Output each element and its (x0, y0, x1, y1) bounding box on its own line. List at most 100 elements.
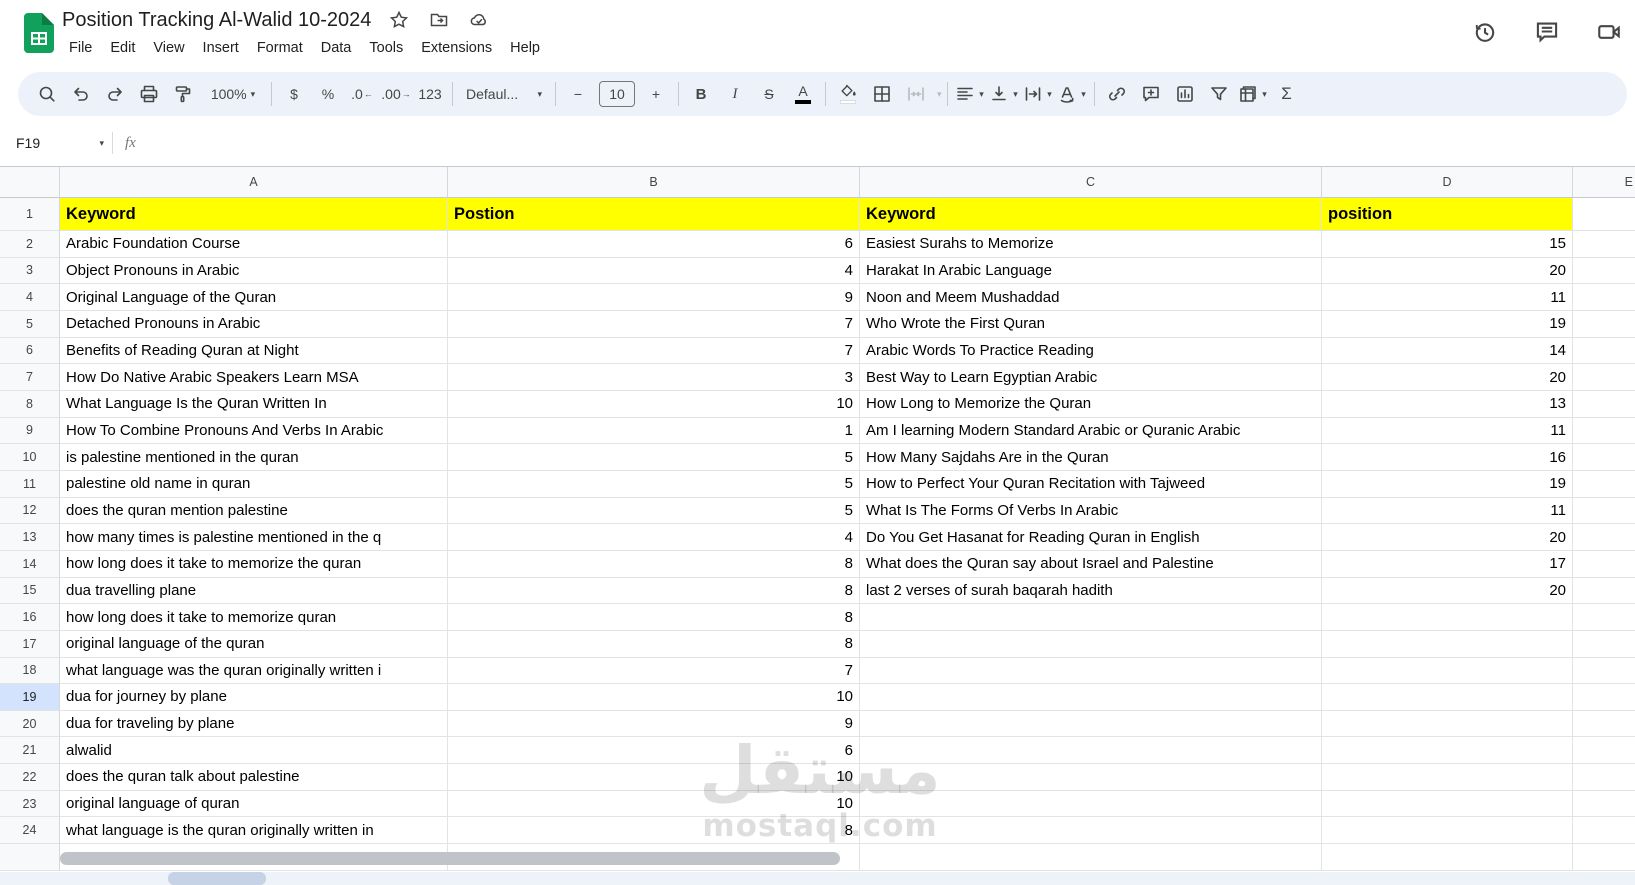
cell-e13[interactable] (1573, 524, 1635, 551)
cell-d8[interactable]: 13 (1322, 390, 1573, 418)
cell-a18[interactable]: what language was the quran originally w… (60, 657, 448, 685)
cell-d3[interactable]: 20 (1322, 257, 1573, 285)
sheet-tab[interactable] (168, 872, 266, 885)
font-dropdown[interactable]: Defaul... ▾ (458, 77, 550, 111)
cell-c15[interactable]: last 2 verses of surah baqarah hadith (860, 577, 1322, 605)
row-number[interactable]: 19 (0, 684, 60, 711)
cell-b6[interactable]: 7 (448, 337, 860, 365)
cell-c9[interactable]: Am I learning Modern Standard Arabic or … (860, 417, 1322, 445)
row-number[interactable]: 6 (0, 337, 60, 365)
cell-b24[interactable]: 8 (448, 817, 860, 845)
cell-c3[interactable]: Harakat In Arabic Language (860, 257, 1322, 285)
row-number[interactable]: 21 (0, 737, 60, 765)
cell-e20[interactable] (1573, 711, 1635, 738)
row-number[interactable]: 2 (0, 231, 60, 258)
cell-a24[interactable]: what language is the quran originally wr… (60, 817, 448, 845)
decrease-font-size-button[interactable]: − (561, 77, 595, 111)
cell-e4[interactable] (1573, 284, 1635, 311)
cell-d17[interactable] (1322, 630, 1573, 658)
cell-d24[interactable] (1322, 817, 1573, 845)
cell-c6[interactable]: Arabic Words To Practice Reading (860, 337, 1322, 365)
bold-button[interactable]: B (684, 77, 718, 111)
cell-d7[interactable]: 20 (1322, 364, 1573, 391)
cell-c24[interactable] (860, 817, 1322, 845)
merge-cells-button[interactable] (899, 77, 933, 111)
cell-c5[interactable]: Who Wrote the First Quran (860, 310, 1322, 338)
currency-format-button[interactable]: $ (277, 77, 311, 111)
row-number[interactable]: 15 (0, 577, 60, 605)
cell-d16[interactable] (1322, 604, 1573, 631)
cell-a20[interactable]: dua for traveling by plane (60, 710, 448, 738)
cell-b15[interactable]: 8 (448, 577, 860, 605)
cell-d18[interactable] (1322, 657, 1573, 685)
cell-d22[interactable] (1322, 764, 1573, 791)
cell-d5[interactable]: 19 (1322, 310, 1573, 338)
cell-a23[interactable]: original language of quran (60, 790, 448, 818)
video-call-icon[interactable] (1595, 18, 1623, 46)
cell-b12[interactable]: 5 (448, 497, 860, 525)
borders-button[interactable] (865, 77, 899, 111)
cell-b5[interactable]: 7 (448, 310, 860, 338)
row-number[interactable]: 4 (0, 284, 60, 311)
cell-b7[interactable]: 3 (448, 364, 860, 391)
menu-insert[interactable]: Insert (194, 36, 248, 60)
cell-e10[interactable] (1573, 444, 1635, 471)
cell-e22[interactable] (1573, 764, 1635, 791)
cell-c14[interactable]: What does the Quran say about Israel and… (860, 550, 1322, 578)
cell-a6[interactable]: Benefits of Reading Quran at Night (60, 337, 448, 365)
row-number[interactable]: 9 (0, 417, 60, 445)
cell-b9[interactable]: 1 (448, 417, 860, 445)
menu-view[interactable]: View (144, 36, 193, 60)
merge-cells-dropdown[interactable]: ▾ (937, 89, 942, 100)
cell-b13[interactable]: 4 (448, 524, 860, 551)
cell-e3[interactable] (1573, 258, 1635, 285)
cell-c21[interactable] (860, 737, 1322, 765)
cell-e23[interactable] (1573, 791, 1635, 818)
row-number[interactable]: 10 (0, 444, 60, 471)
cell-c4[interactable]: Noon and Meem Mushaddad (860, 284, 1322, 311)
document-title[interactable]: Position Tracking Al-Walid 10-2024 (62, 9, 371, 32)
cell-b19[interactable]: 10 (448, 684, 860, 711)
cell-d11[interactable]: 19 (1322, 470, 1573, 498)
text-wrap-dropdown[interactable]: ▾ (1021, 77, 1055, 111)
cell-c12[interactable]: What Is The Forms Of Verbs In Arabic (860, 497, 1322, 525)
row-number[interactable]: 12 (0, 497, 60, 525)
menu-format[interactable]: Format (248, 36, 312, 60)
cell-d10[interactable]: 16 (1322, 444, 1573, 471)
column-header-e[interactable]: E (1573, 167, 1635, 198)
cell-e18[interactable] (1573, 658, 1635, 685)
cell-a10[interactable]: is palestine mentioned in the quran (60, 444, 448, 471)
vertical-align-dropdown[interactable]: ▾ (987, 77, 1021, 111)
cell-d15[interactable]: 20 (1322, 577, 1573, 605)
cell-d[interactable] (1322, 844, 1573, 871)
undo-button[interactable] (64, 77, 98, 111)
row-number[interactable]: 22 (0, 764, 60, 791)
decrease-decimal-button[interactable]: .0 ← (345, 77, 379, 111)
strikethrough-button[interactable]: S (752, 77, 786, 111)
text-color-button[interactable]: A (786, 77, 820, 111)
cell-b20[interactable]: 9 (448, 710, 860, 738)
cell-e1[interactable] (1573, 198, 1635, 231)
menu-help[interactable]: Help (501, 36, 549, 60)
star-icon[interactable] (387, 8, 411, 32)
row-number[interactable]: 17 (0, 630, 60, 658)
cell-a4[interactable]: Original Language of the Quran (60, 284, 448, 311)
font-size-input[interactable]: 10 (599, 81, 635, 107)
horizontal-scrollbar[interactable] (60, 852, 840, 865)
increase-font-size-button[interactable]: + (639, 77, 673, 111)
create-filter-button[interactable] (1202, 77, 1236, 111)
row-number[interactable]: 3 (0, 257, 60, 285)
cell-c19[interactable] (860, 684, 1322, 711)
cell-e7[interactable] (1573, 364, 1635, 391)
select-all-corner[interactable] (0, 167, 60, 198)
row-number[interactable]: 13 (0, 524, 60, 551)
cell-d4[interactable]: 11 (1322, 284, 1573, 311)
cell-e6[interactable] (1573, 338, 1635, 365)
row-number[interactable]: 18 (0, 657, 60, 685)
cell-d1[interactable]: position (1322, 198, 1573, 231)
cell-a19[interactable]: dua for journey by plane (60, 684, 448, 711)
row-number[interactable]: 20 (0, 710, 60, 738)
horizontal-align-dropdown[interactable]: ▾ (953, 77, 987, 111)
cell-d21[interactable] (1322, 737, 1573, 765)
cell-b23[interactable]: 10 (448, 790, 860, 818)
